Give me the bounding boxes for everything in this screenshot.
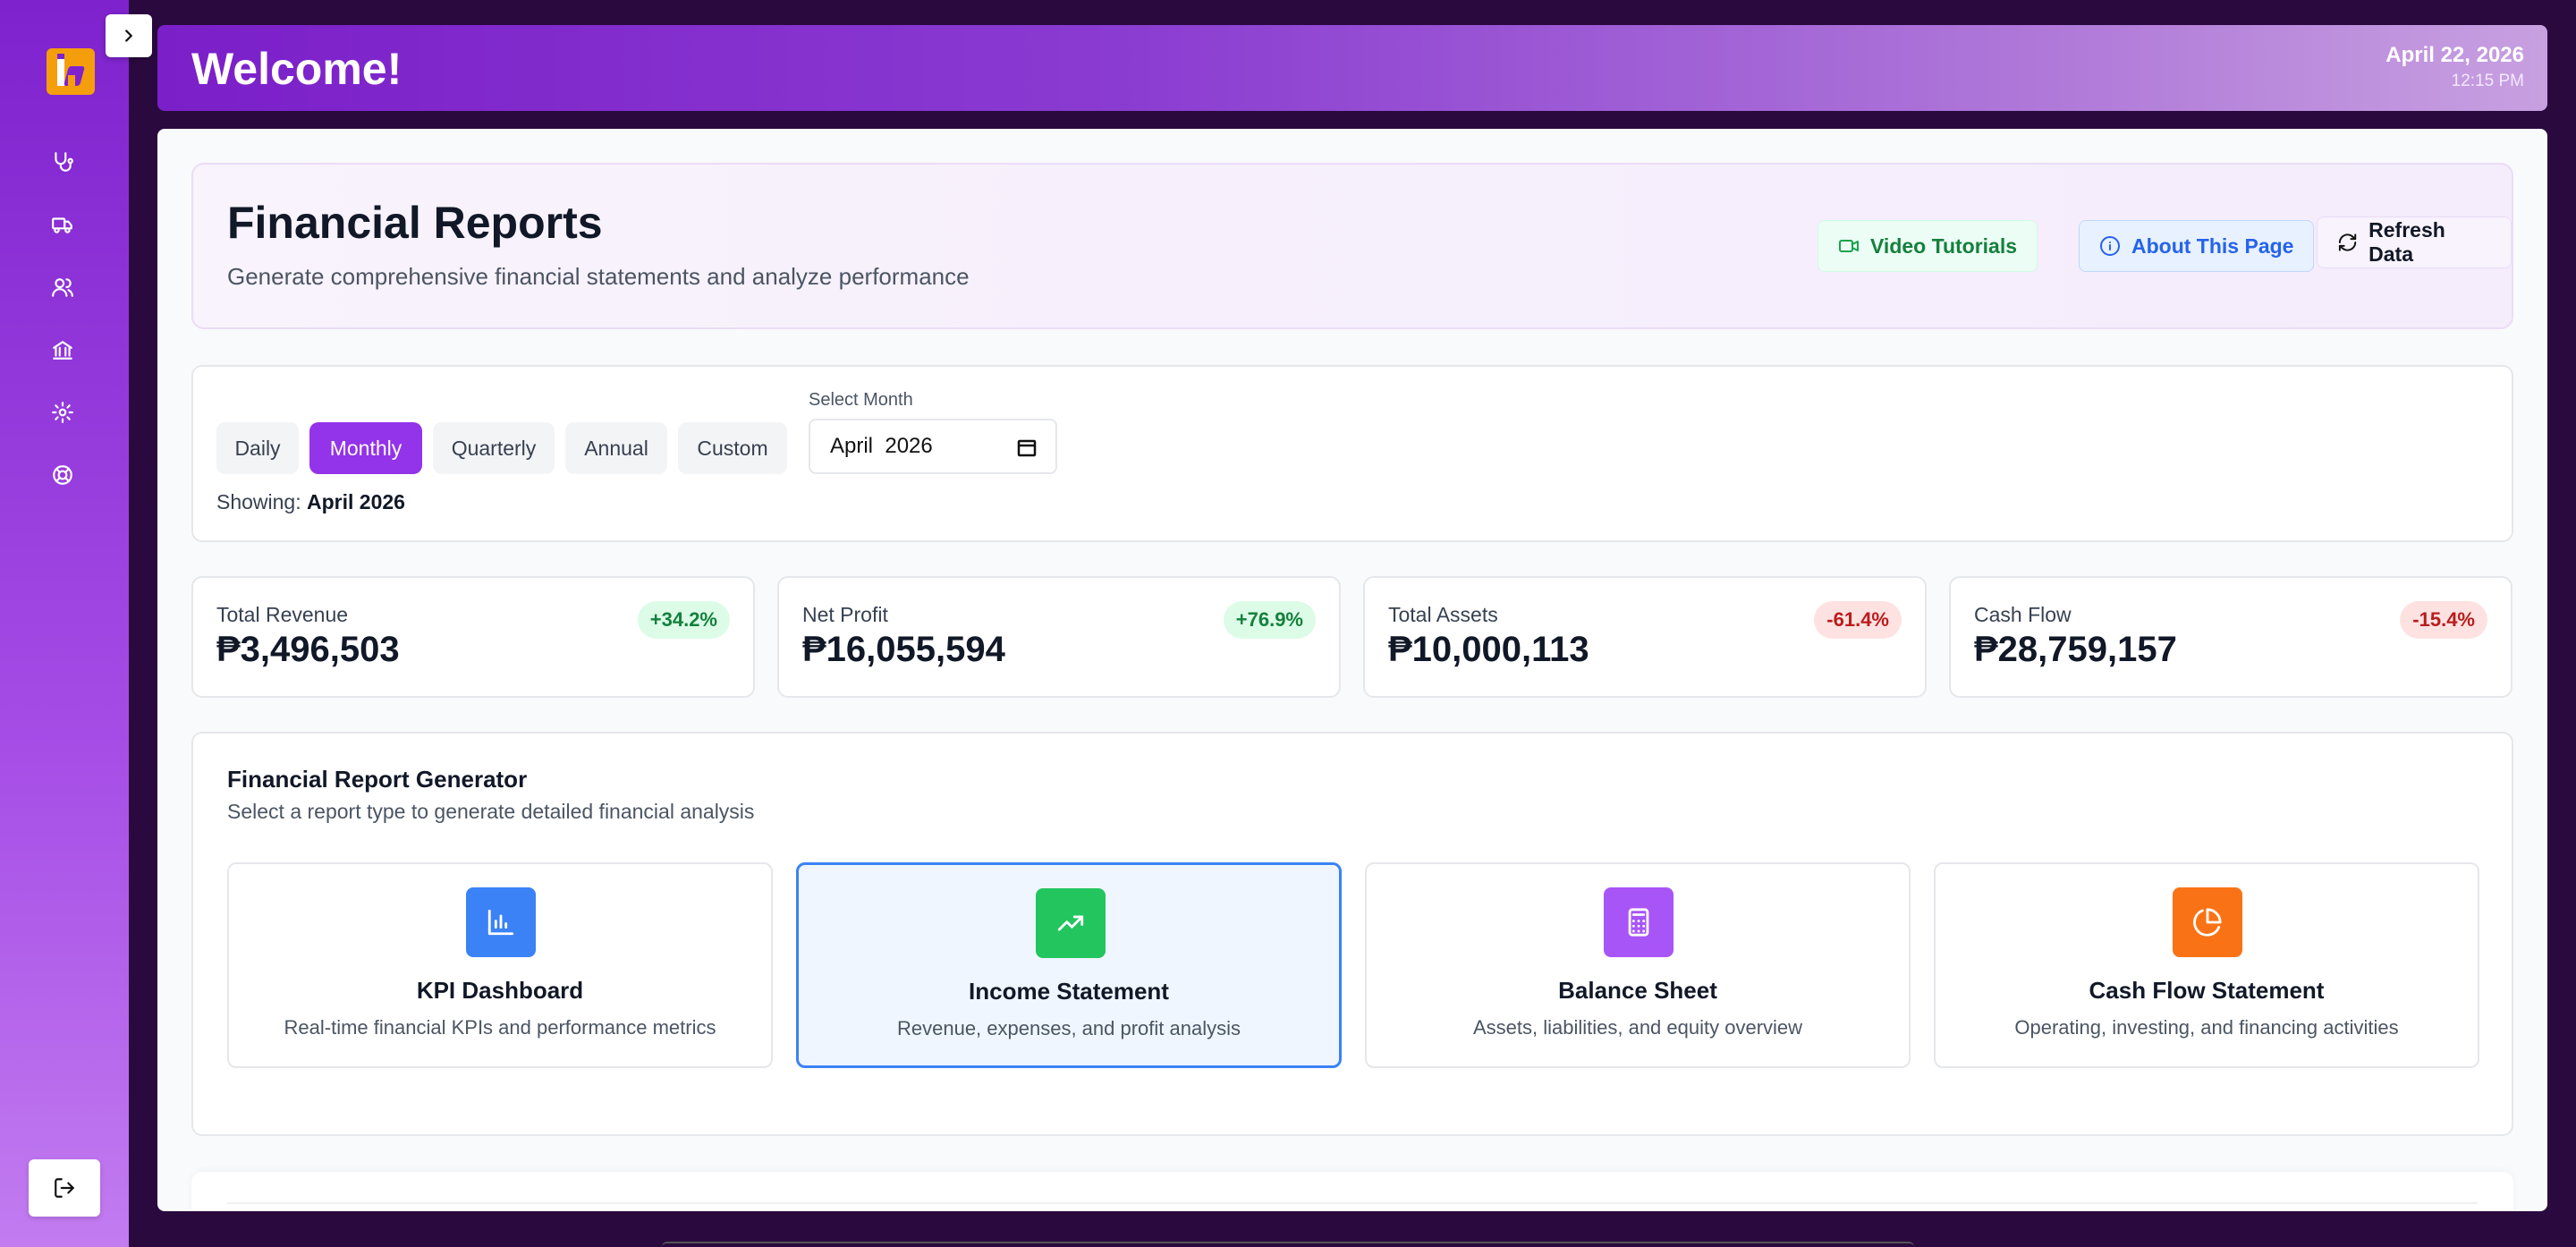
- gear-icon: [52, 402, 73, 423]
- truck-icon: [52, 217, 72, 233]
- stat-change-badge: +34.2%: [637, 601, 730, 639]
- report-card-kpi-dashboard[interactable]: KPI Dashboard Real-time financial KPIs a…: [227, 862, 773, 1068]
- users-icon: [52, 278, 73, 297]
- window-edge: [662, 1242, 1914, 1247]
- stethoscope-icon: [55, 152, 73, 172]
- logout-icon: [55, 1178, 74, 1198]
- bank-icon: [53, 341, 72, 360]
- welcome-header: Welcome! April 22, 2026 12:15 PM: [157, 25, 2547, 111]
- report-card-balance-sheet[interactable]: Balance Sheet Assets, liabilities, and e…: [1365, 862, 1911, 1068]
- month-input[interactable]: April 2026: [809, 419, 1057, 474]
- period-custom[interactable]: Custom: [678, 422, 787, 474]
- refresh-data-label: Refresh Data: [2368, 218, 2445, 266]
- stat-change-badge: +76.9%: [1223, 601, 1316, 639]
- report-generator-title: Financial Report Generator: [227, 766, 528, 793]
- logout-button[interactable]: [29, 1159, 100, 1217]
- report-icon-box: [1604, 887, 1674, 957]
- report-title: Cash Flow Statement: [2089, 977, 2325, 1004]
- stat-value: ₱10,000,113: [1388, 630, 1589, 669]
- report-description: Revenue, expenses, and profit analysis: [896, 1017, 1241, 1039]
- showing-value: April 2026: [307, 490, 405, 513]
- main-content: Financial Reports Generate comprehensive…: [157, 129, 2547, 1211]
- calendar-icon: [1017, 439, 1037, 457]
- video-icon: [1839, 240, 1859, 252]
- report-title: Income Statement: [969, 978, 1169, 1005]
- report-icon-box: [1036, 888, 1106, 958]
- welcome-title: Welcome!: [191, 44, 402, 94]
- report-card-cash-flow-statement[interactable]: Cash Flow Statement Operating, investing…: [1934, 862, 2479, 1068]
- page-title: Financial Reports: [227, 198, 603, 248]
- app-logo[interactable]: [47, 48, 95, 95]
- month-input-value: April 2026: [830, 434, 933, 458]
- report-preview-card: [191, 1172, 2513, 1211]
- stat-value: ₱3,496,503: [216, 630, 400, 669]
- report-icon-box: [2173, 887, 2242, 957]
- report-description: Operating, investing, and financing acti…: [2014, 1016, 2399, 1039]
- stat-label: Cash Flow: [1974, 603, 2072, 626]
- refresh-icon: [2338, 233, 2357, 251]
- sidebar-item-bank[interactable]: [49, 336, 76, 363]
- stat-value: ₱28,759,157: [1974, 630, 2177, 669]
- header-time: 12:15 PM: [2451, 72, 2524, 90]
- page-hero: Financial Reports Generate comprehensive…: [191, 163, 2513, 329]
- about-page-label: About This Page: [2131, 233, 2294, 258]
- period-monthly[interactable]: Monthly: [309, 422, 422, 474]
- stat-card-total-assets: Total Assets ₱10,000,113 -61.4%: [1363, 576, 1927, 698]
- video-tutorials-button[interactable]: Video Tutorials: [1818, 220, 2038, 272]
- pie-chart-icon: [2193, 908, 2222, 937]
- stat-change-badge: -15.4%: [2400, 601, 2487, 639]
- showing-label: Showing:: [216, 490, 301, 513]
- bar-chart-icon: [487, 909, 514, 936]
- trending-up-icon: [1057, 915, 1084, 931]
- sidebar: [0, 0, 129, 1247]
- stat-card-cash-flow: Cash Flow ₱28,759,157 -15.4%: [1949, 576, 2512, 698]
- divider: [227, 1202, 2478, 1204]
- sidebar-item-settings[interactable]: [49, 399, 76, 426]
- period-quarterly[interactable]: Quarterly: [433, 422, 555, 474]
- page-subtitle: Generate comprehensive financial stateme…: [227, 263, 970, 290]
- stat-change-badge: -61.4%: [1814, 601, 1902, 639]
- stat-card-net-profit: Net Profit ₱16,055,594 +76.9%: [777, 576, 1341, 698]
- chevron-right-icon: [125, 30, 132, 42]
- stat-label: Total Revenue: [216, 603, 349, 626]
- report-title: KPI Dashboard: [416, 977, 584, 1004]
- report-card-income-statement[interactable]: Income Statement Revenue, expenses, and …: [796, 862, 1342, 1068]
- about-page-button[interactable]: About This Page: [2079, 220, 2315, 272]
- report-description: Real-time financial KPIs and performance…: [284, 1016, 716, 1039]
- sidebar-item-health[interactable]: [49, 148, 76, 175]
- report-description: Assets, liabilities, and equity overview: [1472, 1016, 1803, 1039]
- lifebuoy-icon: [53, 465, 72, 485]
- period-annual[interactable]: Annual: [565, 422, 667, 474]
- calculator-icon: [1628, 908, 1649, 937]
- info-icon: [2100, 236, 2120, 256]
- sidebar-toggle-button[interactable]: [106, 14, 152, 57]
- stat-card-total-revenue: Total Revenue ₱3,496,503 +34.2%: [191, 576, 755, 698]
- select-month-label: Select Month: [809, 390, 913, 410]
- stat-label: Total Assets: [1388, 603, 1498, 626]
- header-date: April 22, 2026: [2385, 43, 2524, 67]
- video-tutorials-label: Video Tutorials: [1870, 233, 2018, 258]
- sidebar-item-help[interactable]: [49, 462, 76, 488]
- sidebar-item-delivery[interactable]: [49, 211, 76, 238]
- period-filter: Daily Monthly Quarterly Annual Custom Se…: [191, 365, 2513, 542]
- refresh-data-button[interactable]: Refresh Data: [2317, 216, 2512, 268]
- report-generator: Financial Report Generator Select a repo…: [191, 732, 2513, 1136]
- report-icon-box: [466, 887, 536, 957]
- stat-value: ₱16,055,594: [802, 630, 1005, 669]
- stat-label: Net Profit: [802, 603, 888, 626]
- report-generator-subtitle: Select a report type to generate detaile…: [227, 800, 755, 823]
- showing-period: Showing: April 2026: [216, 490, 405, 514]
- report-title: Balance Sheet: [1558, 977, 1717, 1004]
- sidebar-item-users[interactable]: [49, 274, 76, 301]
- period-daily[interactable]: Daily: [216, 422, 299, 474]
